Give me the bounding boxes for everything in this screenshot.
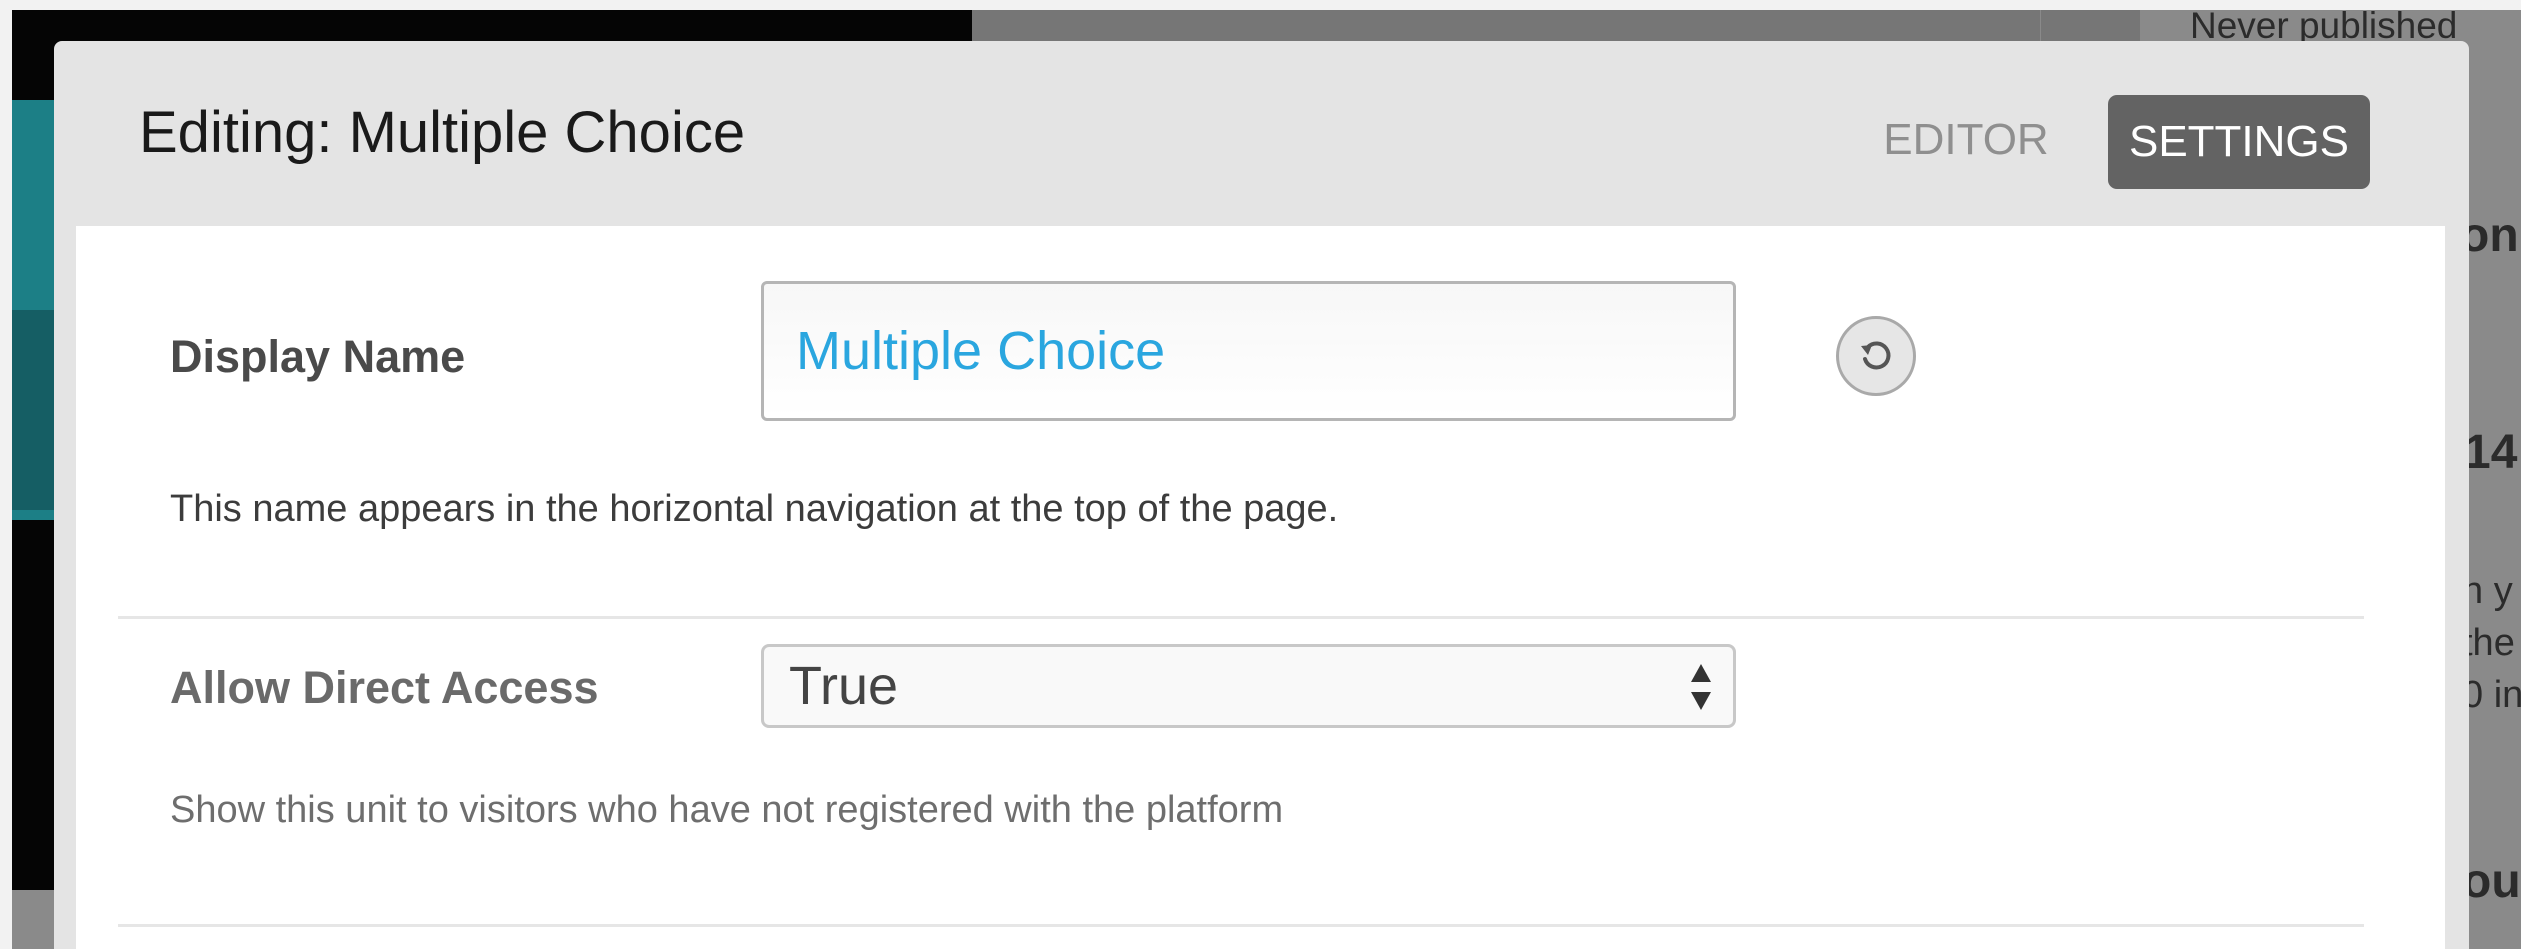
background-text-fragment: 14: [2464, 426, 2518, 479]
edit-modal: Editing: Multiple Choice EDITOR SETTINGS…: [54, 41, 2469, 949]
reset-icon: [1861, 341, 1891, 370]
field-divider: [118, 924, 2364, 927]
background-text-fragment: ou: [2462, 855, 2521, 908]
direct-access-label: Allow Direct Access: [170, 662, 599, 713]
background-footer-strip: [12, 890, 60, 949]
select-arrows-icon: [1691, 664, 1711, 710]
display-name-label: Display Name: [170, 331, 466, 382]
display-name-help: This name appears in the horizontal navi…: [170, 488, 1339, 530]
field-divider: [118, 616, 2364, 619]
reset-button[interactable]: [1836, 316, 1916, 396]
background-text-fragment: the: [2462, 622, 2515, 664]
display-name-input[interactable]: Multiple Choice: [761, 281, 1736, 421]
direct-access-help: Show this unit to visitors who have not …: [170, 789, 1284, 831]
direct-access-select[interactable]: True: [761, 644, 1736, 728]
editor-mode-button[interactable]: EDITOR: [1876, 99, 2056, 181]
settings-mode-button[interactable]: SETTINGS: [2108, 95, 2370, 189]
modal-header: Editing: Multiple Choice EDITOR SETTINGS: [54, 41, 2469, 226]
background-text-fragment: n y: [2462, 570, 2513, 612]
direct-access-selected-value: True: [789, 656, 899, 716]
background-text-fragment: 0 in: [2462, 674, 2521, 716]
modal-title: Editing: Multiple Choice: [139, 100, 746, 165]
settings-panel: Display Name Multiple Choice This name a…: [76, 226, 2445, 949]
